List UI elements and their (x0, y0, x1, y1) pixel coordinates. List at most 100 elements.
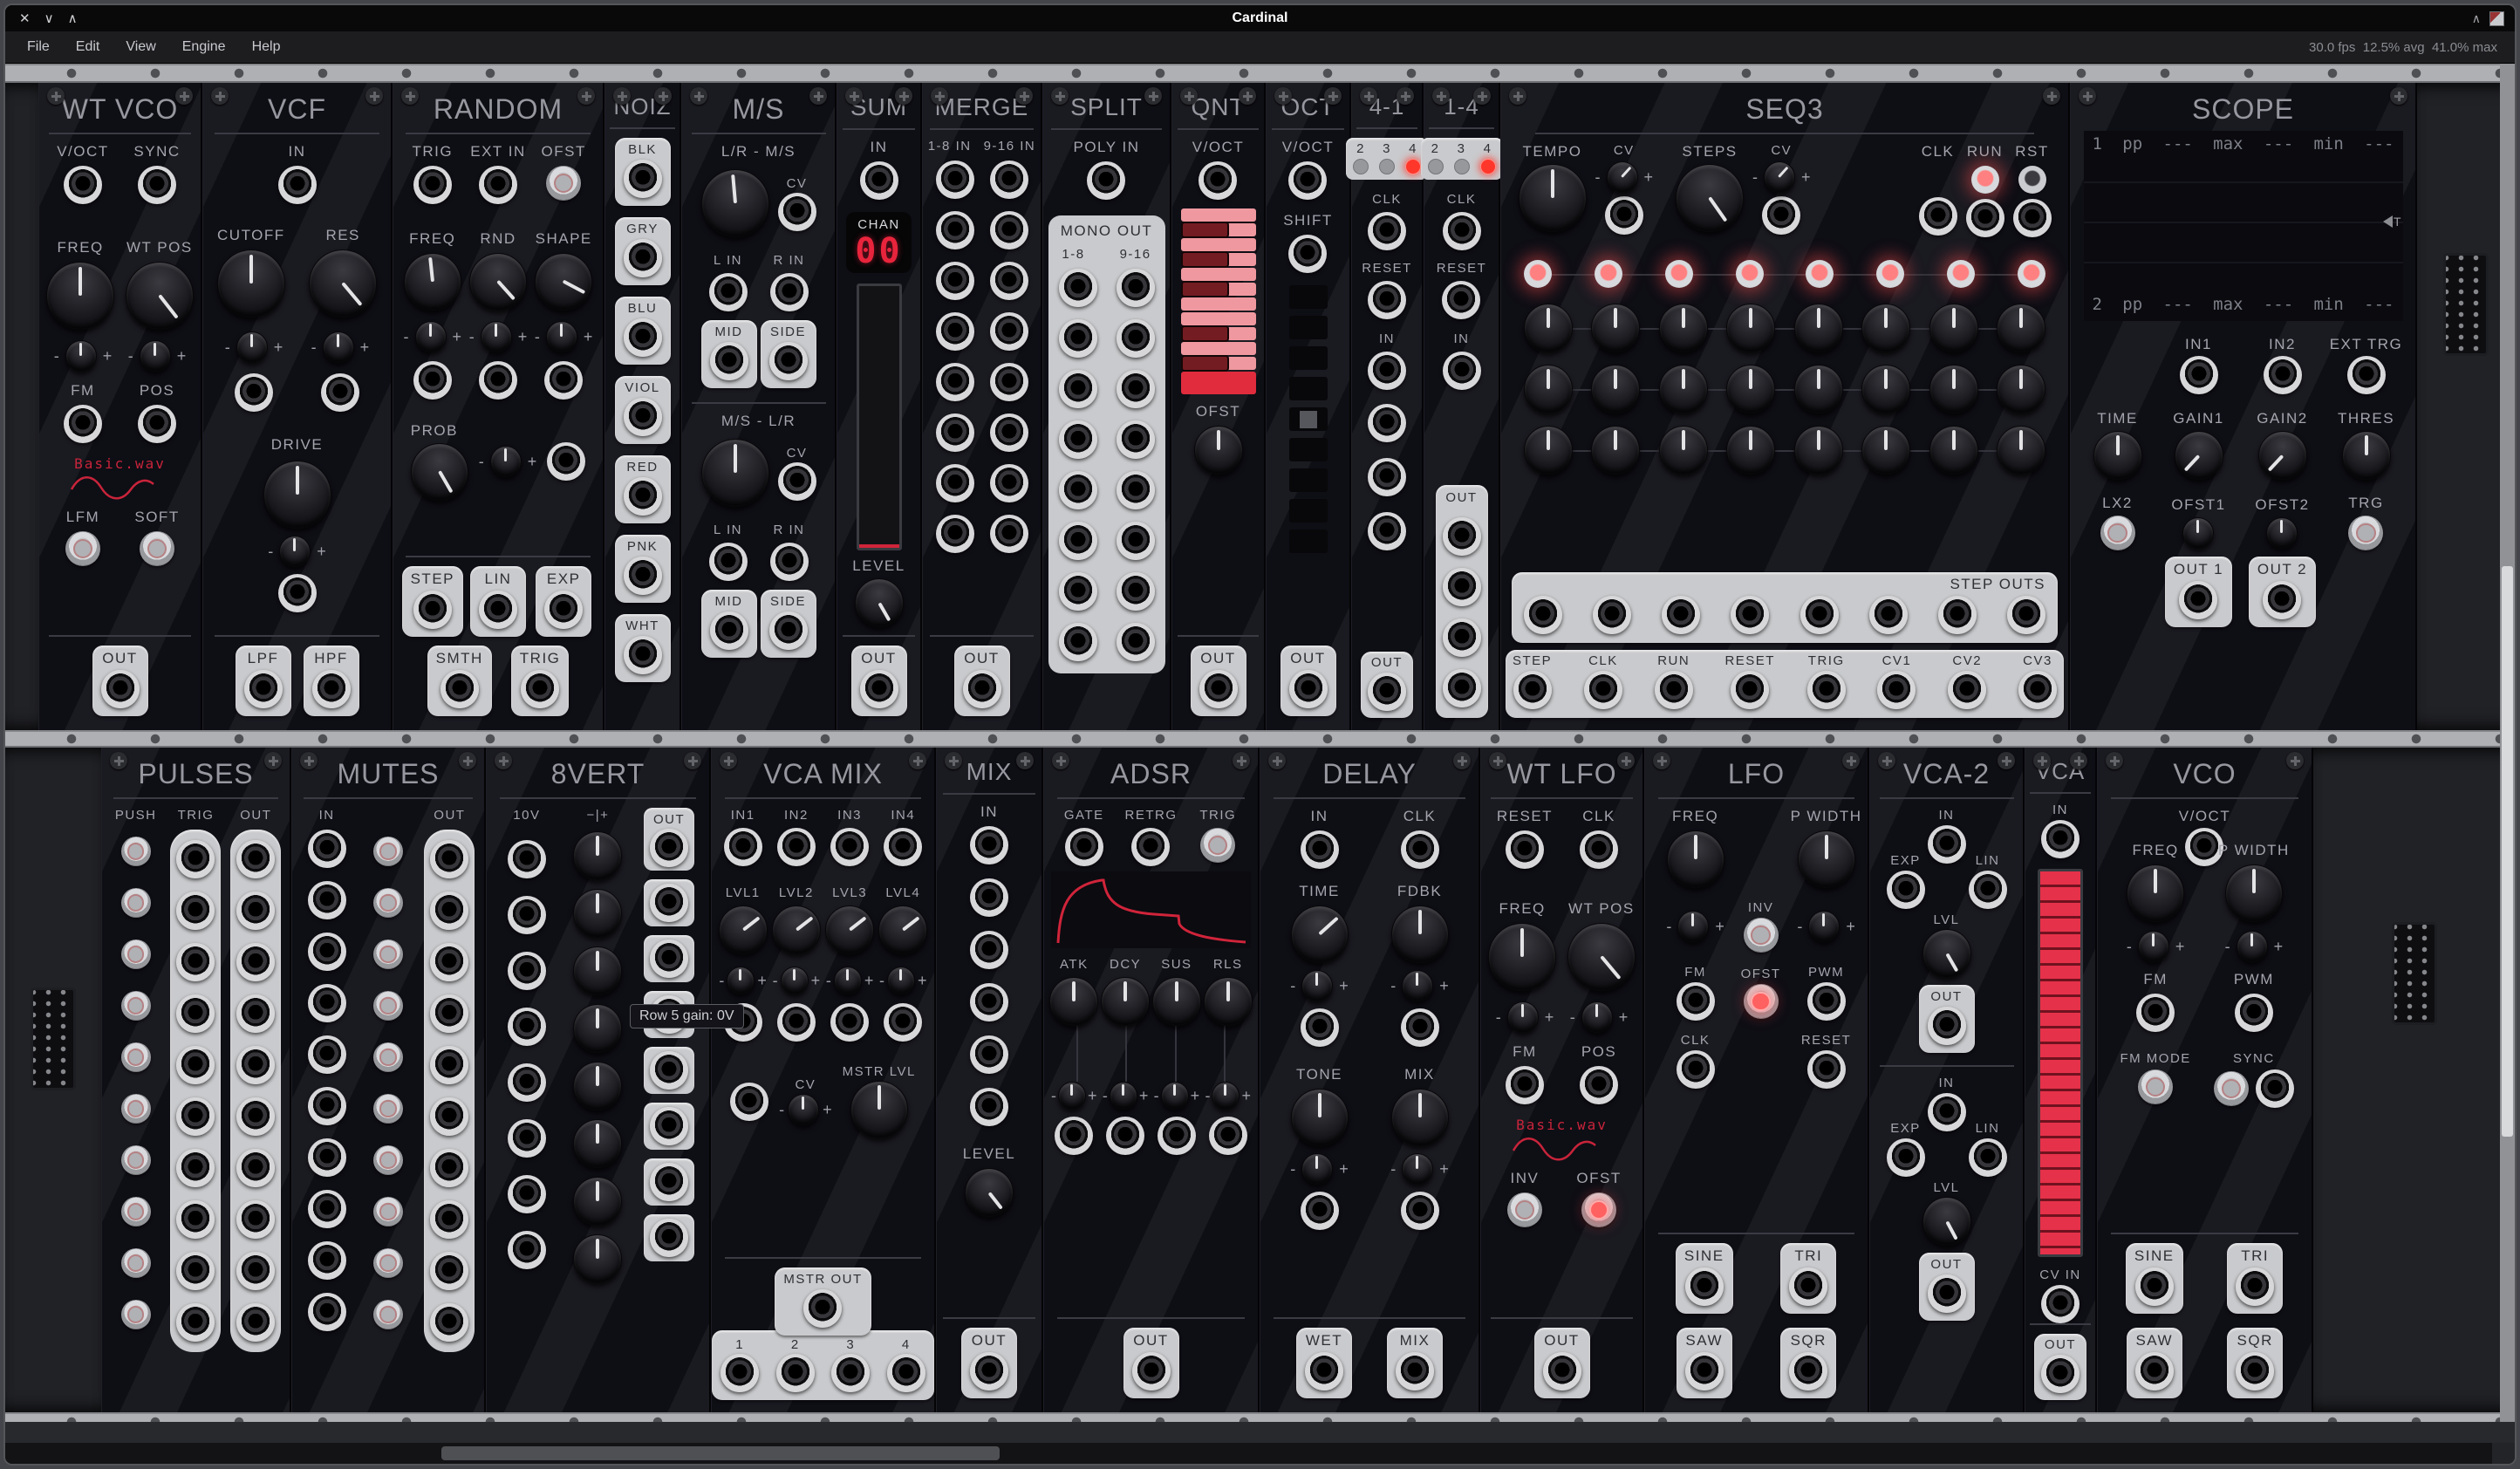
step-led[interactable] (1736, 260, 1764, 288)
in2-port[interactable] (2264, 356, 2302, 394)
drive-knob[interactable] (263, 461, 331, 529)
jack-port[interactable] (236, 1252, 275, 1290)
sine-out-port[interactable] (1685, 1267, 1724, 1306)
module-split[interactable]: SPLIT POLY IN MONO OUT 1-8 9-16 (1042, 83, 1171, 730)
jack-port[interactable] (650, 939, 688, 978)
gate-port[interactable] (1065, 828, 1103, 866)
ofst-button[interactable] (1744, 984, 1779, 1019)
jack-port[interactable] (1059, 420, 1097, 459)
ext-in-port[interactable] (479, 166, 517, 204)
inv-button[interactable] (1507, 1192, 1542, 1227)
lr-ms-cv-port[interactable] (778, 193, 816, 231)
in-port[interactable] (1301, 830, 1339, 869)
row2-knob[interactable] (1861, 365, 1910, 413)
jack-port[interactable] (1368, 458, 1406, 496)
jack-port[interactable] (1117, 572, 1155, 611)
menu-help[interactable]: Help (239, 31, 294, 63)
prob-knob[interactable] (411, 443, 468, 501)
octave-selector[interactable] (1289, 285, 1328, 553)
exp-out-port[interactable] (544, 591, 583, 629)
steps-cv-port[interactable] (1762, 196, 1800, 235)
jack-port[interactable] (936, 161, 974, 199)
inv-button[interactable] (1744, 918, 1779, 953)
p-width-knob[interactable] (1798, 830, 1855, 888)
shape-knob[interactable] (535, 253, 592, 311)
ms-lr-knob[interactable] (701, 439, 769, 507)
jack-port[interactable] (430, 840, 468, 878)
trig-out-port[interactable] (1807, 671, 1846, 709)
step-led[interactable] (1806, 260, 1834, 288)
cv3-out-port[interactable] (2018, 671, 2057, 709)
module-noiz[interactable]: NOIZ BLK GRY BLU VIOL RED PNK WHT (604, 83, 681, 730)
sel-4-led[interactable] (1480, 159, 1496, 174)
step-led[interactable] (1595, 260, 1622, 288)
module-vcf[interactable]: VCF IN CUTOFF RES -+ -+ DRIVE (202, 83, 393, 730)
channel-selector[interactable]: 2 3 4 (1421, 138, 1503, 180)
rls-trim-knob[interactable] (1212, 1082, 1240, 1110)
jack-port[interactable] (176, 1046, 215, 1084)
out-2-port[interactable] (1443, 568, 1481, 606)
module-adsr[interactable]: ADSR GATE RETRG TRIG ATKDCYSUSRLS -+ (1043, 748, 1260, 1412)
clk-in-port[interactable] (1584, 671, 1622, 709)
jack-port[interactable] (236, 840, 275, 878)
jack-port[interactable] (430, 1200, 468, 1239)
trg-button[interactable] (2348, 516, 2383, 550)
vertical-scrollbar-thumb[interactable] (2502, 566, 2513, 1137)
freq-trim-knob[interactable] (1507, 1001, 1539, 1033)
jack-port[interactable] (936, 413, 974, 452)
out-port[interactable] (860, 670, 898, 708)
jack-port[interactable] (936, 515, 974, 553)
jack-port[interactable] (236, 1303, 275, 1342)
module-lfo[interactable]: LFO FREQ P WIDTH -+ INV -+ FM OFST PWM C… (1644, 748, 1869, 1412)
module-random[interactable]: RANDOM TRIG EXT IN OFST FREQ RND SHAPE -… (393, 83, 604, 730)
jack-port[interactable] (990, 211, 1028, 249)
steps-knob[interactable] (1676, 164, 1744, 232)
jack-port[interactable] (236, 1200, 275, 1239)
soft-button[interactable] (140, 531, 174, 566)
out-port[interactable] (1289, 670, 1328, 708)
jack-port[interactable] (970, 826, 1008, 864)
jack-port[interactable] (936, 464, 974, 502)
cv3-port[interactable] (830, 1003, 869, 1042)
jack-port[interactable] (936, 211, 974, 249)
wavetable-display[interactable]: Basic.wav (68, 455, 173, 502)
row2-knob[interactable] (1794, 365, 1843, 413)
lfm-button[interactable] (65, 531, 100, 566)
jack-port[interactable] (308, 1087, 346, 1125)
out-port[interactable] (1543, 1352, 1581, 1390)
tempo-cv-trim-knob[interactable] (1607, 161, 1638, 193)
in-port[interactable] (1443, 352, 1481, 390)
menu-edit[interactable]: Edit (63, 31, 113, 63)
jack-port[interactable] (308, 984, 346, 1022)
blu-out-port[interactable] (624, 318, 662, 357)
cv2-trim-knob[interactable] (781, 967, 809, 994)
jack-port[interactable] (508, 1119, 546, 1158)
jack-port[interactable] (308, 1190, 346, 1228)
out3-port[interactable] (831, 1354, 870, 1392)
cv1-trim-knob[interactable] (727, 967, 755, 994)
sel-4-led[interactable] (1405, 159, 1421, 174)
step-out-port[interactable] (2007, 596, 2045, 634)
jack-port[interactable] (970, 1088, 1008, 1126)
module-wt-vco[interactable]: WT VCO V/OCT SYNC FREQ WT POS -+ -+ FM P… (38, 83, 202, 730)
lvl2-knob[interactable] (772, 905, 821, 954)
pwm-port[interactable] (2235, 994, 2273, 1032)
module-vco[interactable]: VCO V/OCT FREQ P WIDTH -+ -+ FM PWM FM M… (2097, 748, 2313, 1412)
jack-port[interactable] (430, 943, 468, 981)
step-led[interactable] (1524, 260, 1552, 288)
step-led[interactable] (1947, 260, 1975, 288)
jack-port[interactable] (990, 262, 1028, 300)
row3-knob[interactable] (1794, 426, 1843, 475)
dcy-trim-knob[interactable] (1110, 1082, 1137, 1110)
step-out-port[interactable] (1662, 596, 1700, 634)
out-port[interactable] (1199, 670, 1238, 708)
trig-button[interactable] (1200, 828, 1235, 863)
gain-knob[interactable] (573, 1119, 622, 1168)
lin2-port[interactable] (1969, 1138, 2007, 1177)
fdbk-trim-knob[interactable] (1402, 970, 1433, 1001)
jack-port[interactable] (308, 1035, 346, 1074)
tempo-knob[interactable] (1519, 164, 1587, 232)
push-button[interactable] (121, 1248, 151, 1278)
out-port[interactable] (1368, 673, 1406, 711)
fm-port[interactable] (2136, 994, 2175, 1032)
